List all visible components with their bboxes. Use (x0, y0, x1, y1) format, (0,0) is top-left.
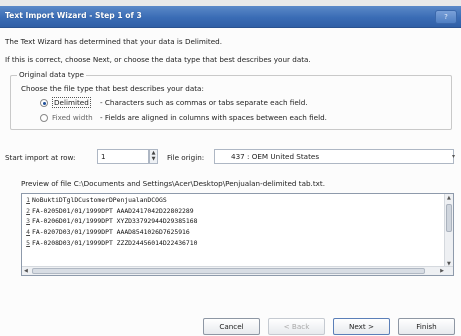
row-number: 2 (26, 206, 30, 215)
row-text: FA-0206D01/01/1999DPT XYZD33792944D29385… (32, 217, 198, 226)
scroll-right-icon[interactable]: ▶ (440, 268, 444, 274)
preview-row: 2 FA-0205D01/01/1999DPT AAAD2417042D2280… (22, 206, 446, 217)
row-number: 5 (26, 238, 30, 247)
fixed-width-label[interactable]: Fixed width (52, 113, 93, 122)
title-bar[interactable]: Text Import Wizard - Step 1 of 3 ? (0, 6, 461, 28)
preview-vertical-scrollbar[interactable]: ▲ ▼ (444, 194, 453, 268)
preview-box[interactable]: 1 NoBuktiDTglDCustomerDPenjualanDCOGS 2 … (21, 193, 454, 276)
vertical-scroll-thumb[interactable] (446, 204, 452, 232)
delimited-label[interactable]: Delimited (52, 97, 91, 108)
preview-row: 1 NoBuktiDTglDCustomerDPenjualanDCOGS (22, 195, 446, 206)
intro-line-1: The Text Wizard has determined that your… (5, 37, 222, 46)
row-number: 4 (26, 228, 30, 237)
start-row-label: Start import at row: (5, 153, 76, 162)
preview-row: 3 FA-0206D01/01/1999DPT XYZD33792944D293… (22, 216, 446, 227)
file-origin-label: File origin: (167, 153, 205, 162)
cancel-button[interactable]: Cancel (203, 318, 260, 335)
row-text: FA-0208D03/01/1999DPT ZZZD24456014D22436… (32, 238, 198, 247)
row-text: NoBuktiDTglDCustomerDPenjualanDCOGS (32, 196, 167, 205)
delimited-description: - Characters such as commas or tabs sepa… (100, 98, 308, 107)
window-title: Text Import Wizard - Step 1 of 3 (5, 11, 142, 20)
file-origin-select[interactable]: 437 : OEM United States (214, 149, 454, 164)
intro-line-2: If this is correct, choose Next, or choo… (5, 55, 311, 64)
preview-horizontal-scrollbar[interactable]: ◀ ▶ (22, 266, 453, 275)
file-type-prompt: Choose the file type that best describes… (21, 84, 204, 93)
start-row-spinner[interactable]: ▲ ▼ (149, 149, 158, 164)
back-button[interactable]: < Back (268, 318, 325, 335)
preview-row: 5 FA-0208D03/01/1999DPT ZZZD24456014D224… (22, 237, 446, 248)
original-data-type-legend: Original data type (17, 70, 86, 79)
row-text: FA-0207D03/01/1999DPT AAAD8541026D762591… (32, 228, 190, 237)
preview-label: Preview of file C:\Documents and Setting… (21, 179, 326, 188)
row-number: 3 (26, 217, 30, 226)
start-row-input[interactable]: 1 (97, 149, 149, 164)
next-button[interactable]: Next > (333, 318, 390, 335)
help-button[interactable]: ? (435, 10, 457, 24)
fixed-width-radio[interactable] (40, 114, 48, 122)
horizontal-scroll-thumb[interactable] (32, 268, 425, 274)
finish-button[interactable]: Finish (398, 318, 455, 335)
row-number: 1 (26, 196, 30, 205)
chevron-down-icon[interactable]: ▾ (452, 153, 455, 160)
preview-row: 4 FA-0207D03/01/1999DPT AAAD8541026D7625… (22, 227, 446, 238)
scroll-up-icon[interactable]: ▲ (447, 195, 451, 201)
row-text: FA-0205D01/01/1999DPT AAAD2417042D228022… (32, 206, 194, 215)
delimited-radio[interactable] (40, 99, 48, 107)
scroll-left-icon[interactable]: ◀ (24, 268, 28, 274)
preview-rows: 1 NoBuktiDTglDCustomerDPenjualanDCOGS 2 … (22, 195, 446, 248)
fixed-width-description: - Fields are aligned in columns with spa… (100, 113, 327, 122)
